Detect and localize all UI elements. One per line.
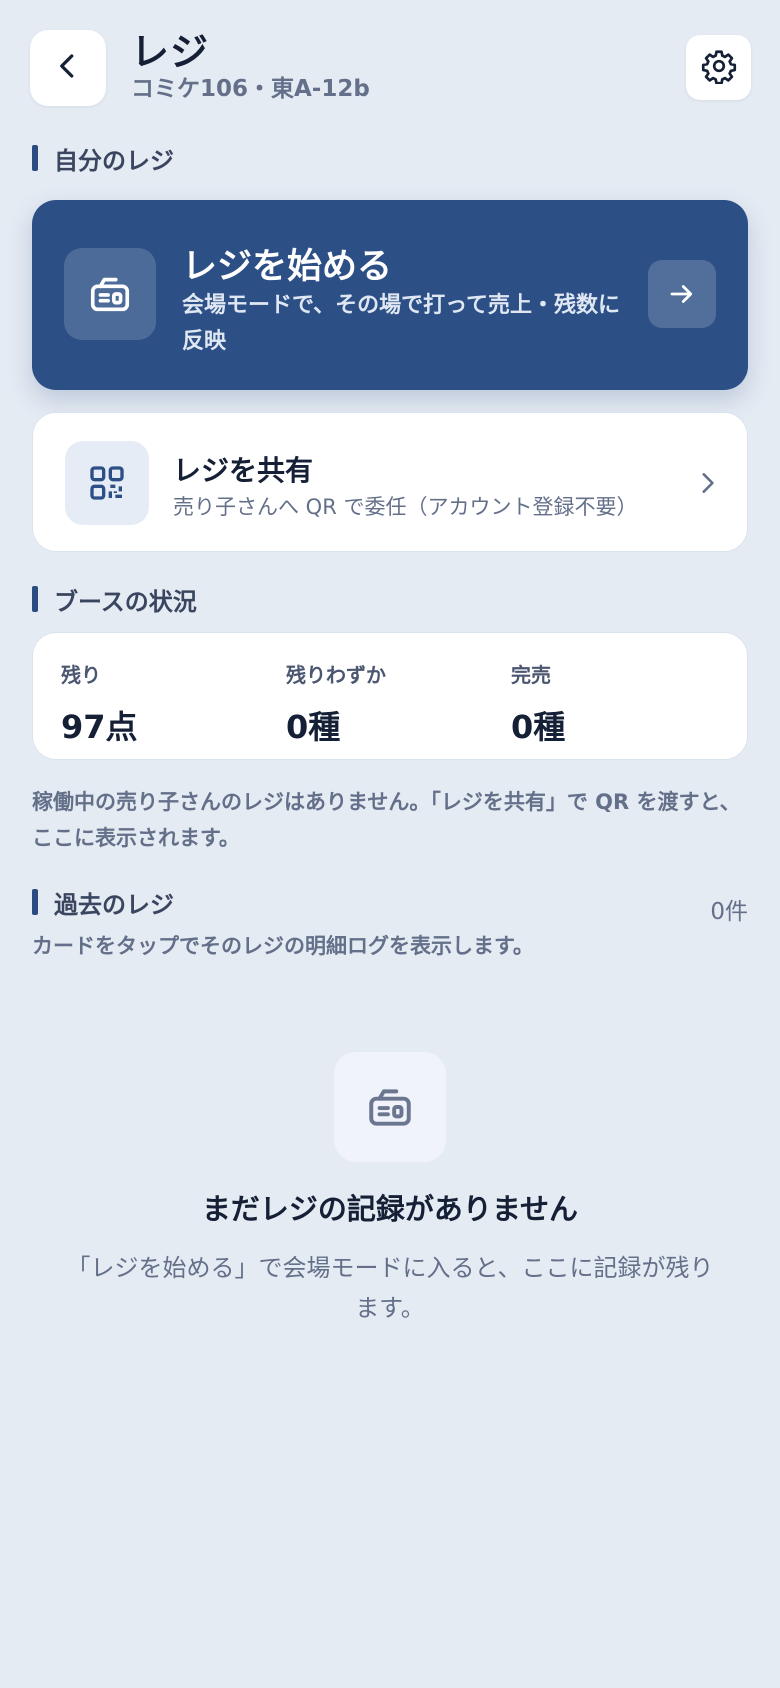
register-icon [64, 248, 156, 340]
stat-value: 0種 [286, 708, 341, 746]
settings-button[interactable] [686, 35, 751, 100]
chevron-left-icon [53, 51, 83, 85]
empty-state-title: まだレジの記録がありません [201, 1192, 579, 1226]
register-icon [334, 1052, 446, 1162]
gear-icon [701, 48, 737, 88]
chevron-right-icon [689, 465, 725, 501]
stat-label: 残りわずか [286, 663, 386, 687]
stat-value: 97点 [61, 708, 138, 746]
start-register-title: レジを始める [182, 247, 393, 287]
section-accent-bar [32, 586, 38, 612]
section-accent-bar [32, 145, 38, 171]
history-description: カードをタップでそのレジの明細ログを表示します。 [32, 934, 534, 958]
arrow-right-icon [648, 260, 716, 328]
active-registers-note: 稼働中の売り子さんのレジはありません。「レジを共有」で QR を渡すと、ここに表… [32, 790, 741, 850]
stat-remaining: 残り 97点 [61, 659, 138, 748]
section-my-register: 自分のレジ [32, 144, 174, 175]
start-register-card[interactable]: レジを始める 会場モードで、その場で打って売上・残数に反映 [32, 200, 748, 390]
share-register-card[interactable]: レジを共有 売り子さんへ QR で委任（アカウント登録不要） [32, 412, 748, 552]
empty-state-description: 「レジを始める」で会場モードに入ると、ここに記録が残ります。 [66, 1254, 714, 1322]
section-booth-status: ブースの状況 [32, 585, 197, 616]
stat-low-stock: 残りわずか 0種 [286, 659, 386, 748]
register-page: レジ コミケ106・東A-12b 自分のレジ レジを始める 会場モードで、その場… [0, 0, 780, 1688]
section-title-text: ブースの状況 [54, 587, 197, 616]
booth-stats-card: 残り 97点 残りわずか 0種 完売 0種 [32, 632, 748, 760]
share-register-title: レジを共有 [173, 454, 314, 487]
stat-value: 0種 [511, 708, 566, 746]
section-title-text: 自分のレジ [54, 146, 174, 175]
stat-label: 完売 [511, 663, 551, 687]
stat-sold-out: 完売 0種 [511, 659, 565, 748]
stat-label: 残り [61, 663, 101, 687]
section-accent-bar [32, 889, 38, 915]
back-button[interactable] [30, 30, 106, 106]
qr-code-icon [65, 441, 149, 525]
section-title-text: 過去のレジ [54, 890, 174, 919]
share-register-description: 売り子さんへ QR で委任（アカウント登録不要） [173, 495, 638, 519]
page-title: レジ [131, 30, 210, 74]
start-register-description: 会場モードで、その場で打って売上・残数に反映 [182, 293, 621, 354]
header-title-group: レジ コミケ106・東A-12b [131, 30, 370, 104]
history-count: 0件 [710, 899, 748, 925]
event-booth-label: コミケ106・東A-12b [131, 76, 370, 102]
section-history: 過去のレジ [32, 888, 174, 919]
